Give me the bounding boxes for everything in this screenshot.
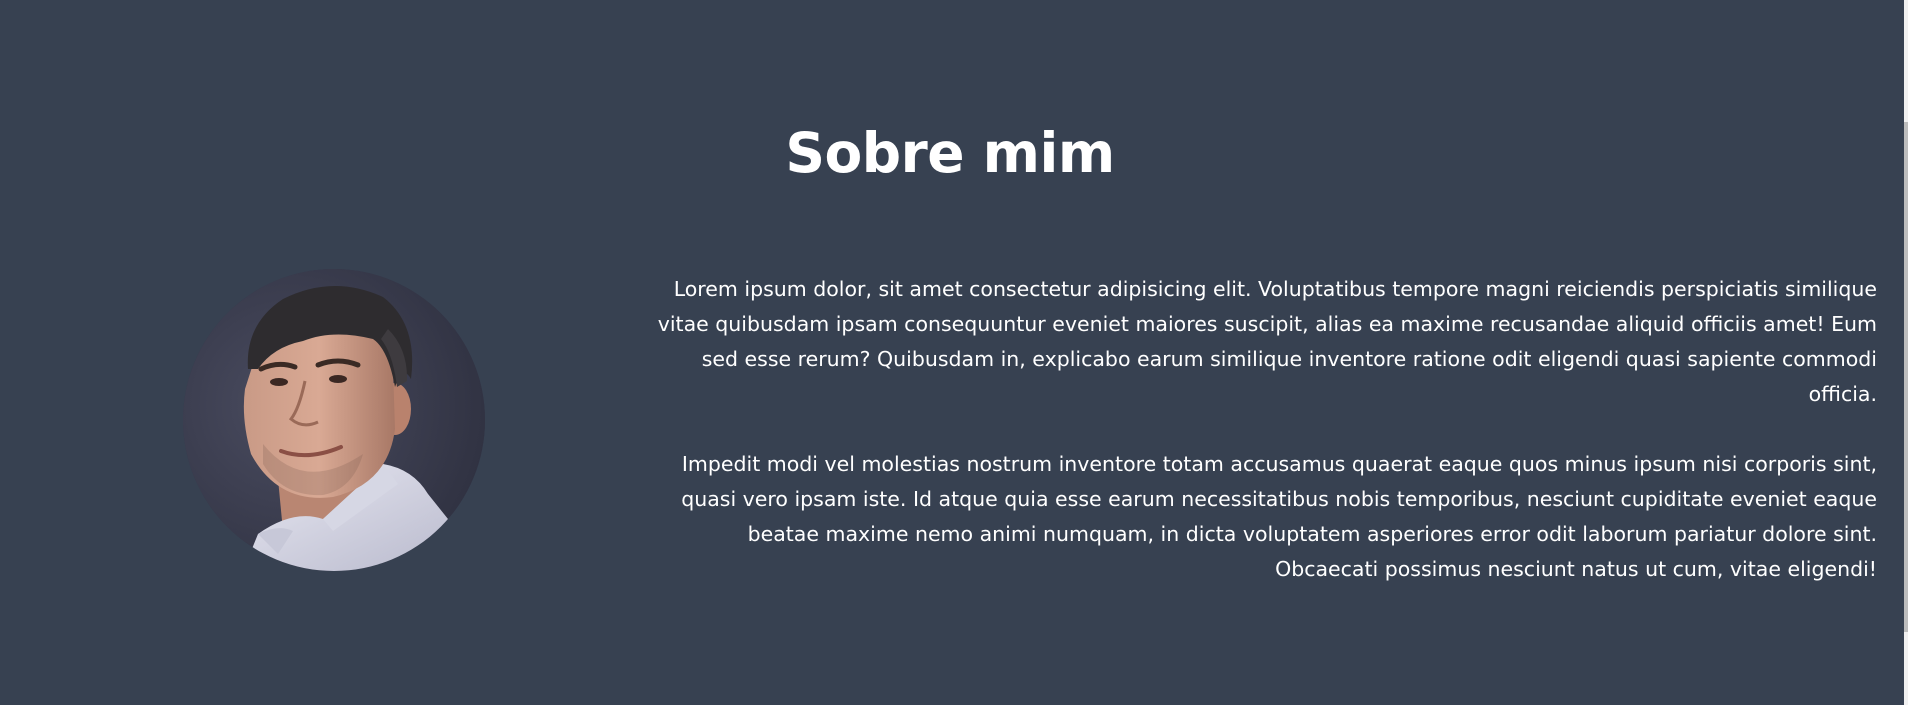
about-text: Lorem ipsum dolor, sit amet consectetur … [645, 272, 1877, 622]
profile-photo-image [183, 269, 485, 571]
about-paragraph: Lorem ipsum dolor, sit amet consectetur … [657, 277, 1877, 406]
scrollbar-thumb[interactable] [1904, 122, 1908, 632]
scrollbar[interactable] [1904, 0, 1908, 705]
profile-photo [183, 269, 485, 571]
section-title: Sobre mim [785, 121, 1115, 185]
about-paragraph: Impedit modi vel molestias nostrum inven… [681, 452, 1877, 581]
about-section: Sobre mim Lorem ipsum dolor, sit amet co… [0, 0, 1904, 705]
